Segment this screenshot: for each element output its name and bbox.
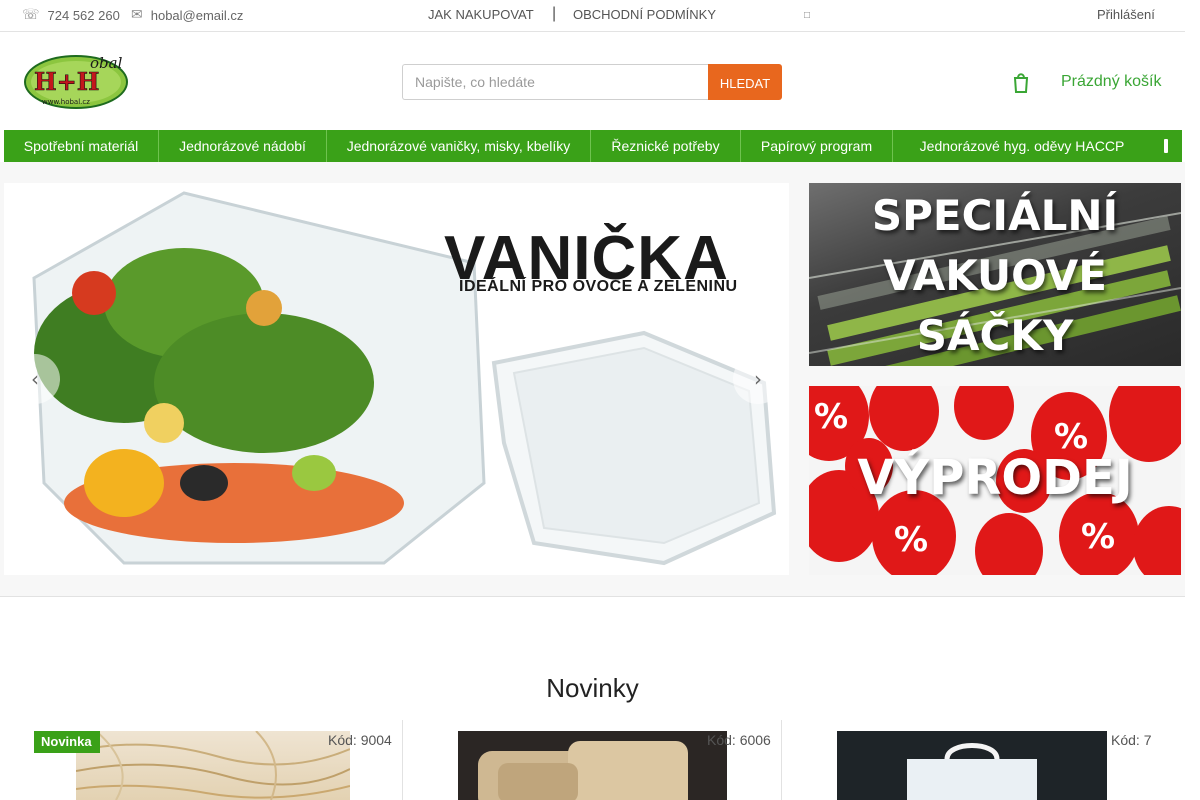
menu-item-vanicky-misky-kbeliky[interactable]: Jednorázové vaničky, misky, kbelíky bbox=[327, 130, 591, 162]
phone-contact[interactable]: ☏ 724 562 260 bbox=[22, 7, 120, 23]
menu-item-reznicke-potreby[interactable]: Řeznické potřeby bbox=[591, 130, 741, 162]
search-bar: HLEDAT bbox=[402, 64, 782, 100]
menu-item-hyg-odevy-haccp[interactable]: Jednorázové hyg. oděvy HACCP bbox=[893, 130, 1151, 162]
cart-label[interactable]: Prázdný košík bbox=[1061, 73, 1161, 91]
envelope-icon: ✉ bbox=[131, 7, 143, 23]
percent-glyph: % bbox=[1081, 517, 1115, 557]
banner-vakuove-line3: SÁČKY bbox=[916, 311, 1074, 360]
logo-url: www.hobal.cz bbox=[42, 98, 90, 106]
chevron-right-icon[interactable]: › bbox=[733, 354, 783, 404]
logo[interactable]: H+H obal www.hobal.cz bbox=[24, 52, 132, 110]
phone-number[interactable]: 724 562 260 bbox=[48, 8, 120, 23]
hero-subtitle: IDEÁLNÍ PRO OVOCE A ZELENINU bbox=[459, 278, 738, 295]
category-menu: Spotřební materiál Jednorázové nádobí Je… bbox=[4, 130, 1182, 162]
nav-separator: | bbox=[552, 5, 557, 22]
nav-obchodni-podminky-label[interactable]: OBCHODNÍ PODMÍNKY bbox=[573, 7, 716, 22]
banner-vakuove-sacky[interactable]: SPECIÁLNÍ VAKUOVÉ SÁČKY bbox=[809, 183, 1181, 366]
banner-vyprodej[interactable]: % % % % VÝPRODEJ bbox=[809, 386, 1181, 575]
chevron-left-icon[interactable]: ‹ bbox=[10, 354, 60, 404]
menu-item-jednorazove-nadobi[interactable]: Jednorázové nádobí bbox=[159, 130, 327, 162]
search-input[interactable] bbox=[402, 64, 708, 100]
logo-script: obal bbox=[90, 54, 123, 72]
dropdown-icon[interactable] bbox=[804, 12, 810, 18]
percent-glyph: % bbox=[894, 520, 928, 560]
search-button[interactable]: HLEDAT bbox=[708, 64, 782, 100]
product-code: Kód: 6006 bbox=[707, 732, 771, 748]
product-image-wood-wool[interactable] bbox=[76, 731, 350, 800]
cart-icon[interactable] bbox=[1012, 70, 1030, 94]
nav-jak-nakupovat-label[interactable]: JAK NAKUPOVAT bbox=[428, 7, 534, 22]
hero-slider[interactable]: VANIČKA IDEÁLNÍ PRO OVOCE A ZELENINU ‹ › bbox=[4, 183, 789, 575]
login-link[interactable]: Přihlášení bbox=[1097, 7, 1155, 22]
email-address[interactable]: hobal@email.cz bbox=[151, 8, 244, 23]
product-image-trays[interactable] bbox=[458, 731, 727, 800]
novinka-badge: Novinka bbox=[34, 731, 100, 753]
banner-vakuove-line1: SPECIÁLNÍ bbox=[871, 191, 1119, 240]
product-code: Kód: 9004 bbox=[328, 732, 392, 748]
nav-jak-nakupovat[interactable]: JAK NAKUPOVAT bbox=[428, 7, 534, 22]
email-contact[interactable]: ✉ hobal@email.cz bbox=[131, 7, 243, 23]
banner-vyprodej-text: VÝPRODEJ bbox=[857, 450, 1133, 506]
banner-vakuove-line2: VAKUOVÉ bbox=[883, 251, 1107, 300]
nav-obchodni-podminky[interactable]: OBCHODNÍ PODMÍNKY bbox=[573, 7, 716, 22]
menu-item-papirovy-program[interactable]: Papírový program bbox=[741, 130, 893, 162]
login-label[interactable]: Přihlášení bbox=[1097, 7, 1155, 22]
more-icon[interactable] bbox=[1150, 130, 1182, 162]
top-bar: ☏ 724 562 260 ✉ hobal@email.cz JAK NAKUP… bbox=[0, 0, 1185, 32]
phone-icon: ☏ bbox=[22, 7, 40, 23]
product-code: Kód: 7 bbox=[1111, 732, 1152, 748]
percent-glyph: % bbox=[814, 397, 848, 437]
product-image-bag[interactable] bbox=[837, 731, 1107, 800]
novinky-title: Novinky bbox=[546, 673, 639, 703]
menu-item-spotrebni-material[interactable]: Spotřební materiál bbox=[4, 130, 159, 162]
